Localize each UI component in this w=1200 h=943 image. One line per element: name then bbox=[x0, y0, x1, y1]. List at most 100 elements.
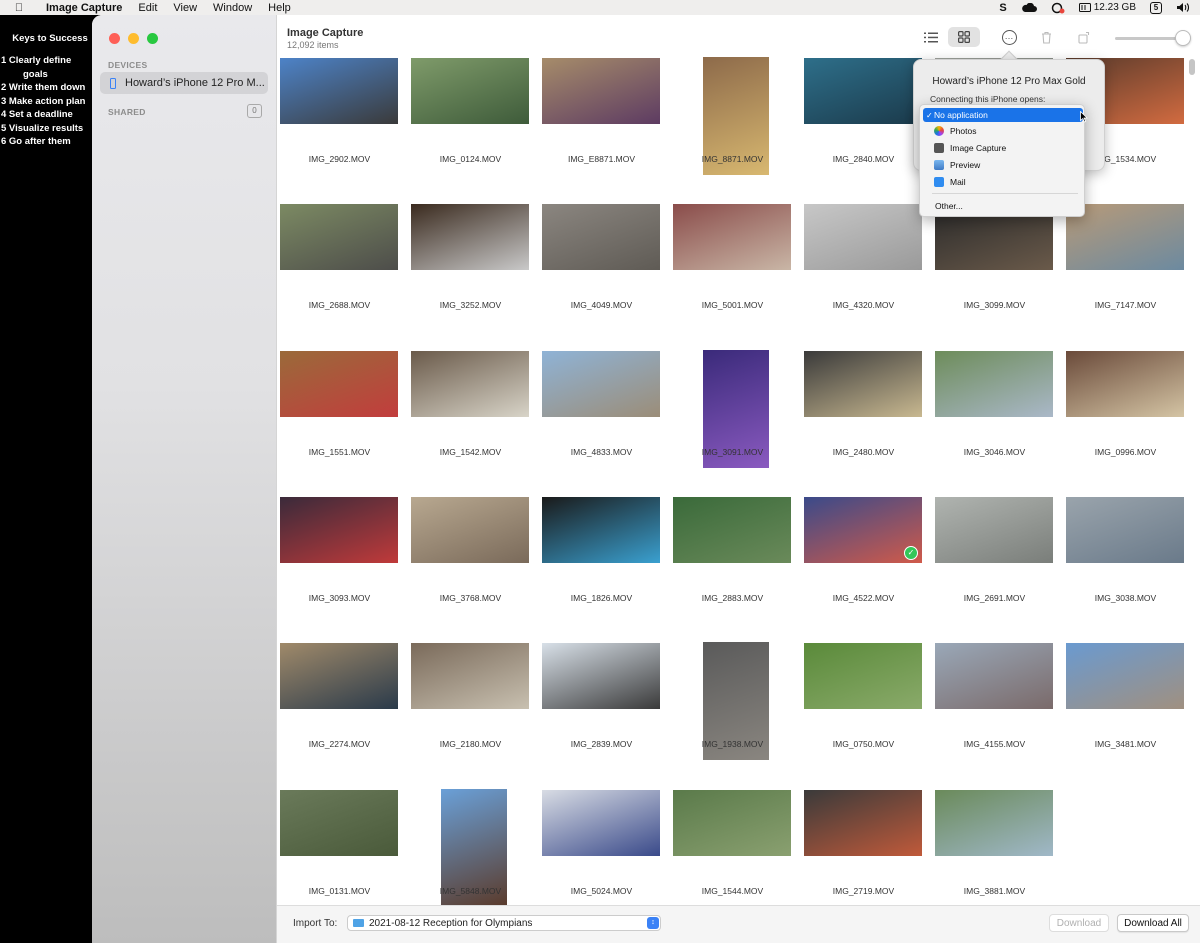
menu-view[interactable]: View bbox=[165, 2, 205, 14]
video-thumbnail[interactable] bbox=[411, 496, 529, 563]
media-item[interactable]: IMG_4049.MOV bbox=[541, 203, 671, 343]
slider-knob[interactable] bbox=[1175, 30, 1191, 46]
video-thumbnail[interactable] bbox=[542, 643, 660, 710]
import-folder-select[interactable]: 2021-08-12 Reception for Olympians ↕ bbox=[347, 915, 661, 931]
video-thumbnail[interactable] bbox=[411, 350, 529, 417]
media-item[interactable]: IMG_3768.MOV bbox=[410, 496, 540, 636]
video-thumbnail[interactable] bbox=[542, 350, 660, 417]
video-thumbnail[interactable] bbox=[1066, 496, 1184, 563]
media-item[interactable]: ✓ IMG_4522.MOV bbox=[803, 496, 933, 636]
video-thumbnail[interactable] bbox=[935, 496, 1053, 563]
video-thumbnail[interactable] bbox=[935, 643, 1053, 710]
video-thumbnail[interactable] bbox=[804, 58, 922, 124]
media-item[interactable]: IMG_1551.MOV bbox=[279, 350, 409, 490]
media-item[interactable]: IMG_3481.MOV bbox=[1065, 642, 1195, 782]
option-no-application[interactable]: ✓ No application bbox=[923, 108, 1083, 122]
more-options-button[interactable]: … bbox=[997, 27, 1021, 47]
video-thumbnail[interactable] bbox=[935, 350, 1053, 417]
media-item[interactable]: IMG_3091.MOV bbox=[672, 349, 802, 490]
option-other[interactable]: Other... bbox=[935, 201, 963, 211]
download-all-button[interactable]: Download All bbox=[1117, 914, 1189, 932]
option-mail[interactable]: Mail bbox=[923, 175, 1083, 189]
media-item[interactable]: IMG_1826.MOV bbox=[541, 496, 671, 636]
minimize-button[interactable] bbox=[128, 33, 139, 44]
menu-window[interactable]: Window bbox=[205, 2, 260, 14]
media-item[interactable]: IMG_8871.MOV bbox=[672, 57, 802, 197]
mail-icon bbox=[934, 177, 944, 187]
media-item[interactable]: IMG_5001.MOV bbox=[672, 203, 802, 343]
media-item[interactable]: IMG_3093.MOV bbox=[279, 496, 409, 636]
video-thumbnail[interactable] bbox=[280, 643, 398, 710]
video-thumbnail[interactable] bbox=[542, 496, 660, 563]
close-button[interactable] bbox=[109, 33, 120, 44]
media-item[interactable]: IMG_2839.MOV bbox=[541, 642, 671, 782]
delete-button[interactable] bbox=[1035, 27, 1057, 47]
zoom-button[interactable] bbox=[147, 33, 158, 44]
media-item[interactable]: IMG_4155.MOV bbox=[934, 642, 1064, 782]
s-menu-icon[interactable]: S bbox=[999, 2, 1006, 14]
scrollbar[interactable] bbox=[1189, 59, 1195, 75]
list-view-button[interactable] bbox=[920, 27, 942, 47]
media-item[interactable]: IMG_0996.MOV bbox=[1065, 350, 1195, 490]
storage-icon[interactable]: 12.23 GB bbox=[1078, 2, 1136, 13]
video-thumbnail[interactable] bbox=[673, 204, 791, 271]
video-thumbnail[interactable] bbox=[1066, 643, 1184, 710]
media-item[interactable]: IMG_2902.MOV bbox=[279, 57, 409, 197]
video-thumbnail[interactable] bbox=[673, 789, 791, 856]
media-item[interactable]: IMG_2480.MOV bbox=[803, 350, 933, 490]
media-item[interactable]: IMG_1938.MOV bbox=[672, 642, 802, 782]
video-thumbnail[interactable] bbox=[411, 58, 529, 124]
video-thumbnail[interactable] bbox=[804, 350, 922, 417]
file-name: IMG_1938.MOV bbox=[701, 739, 764, 750]
media-item[interactable]: IMG_3099.MOV bbox=[934, 203, 1064, 343]
video-thumbnail[interactable] bbox=[804, 204, 922, 271]
five-badge-icon[interactable]: 5 bbox=[1150, 1, 1162, 14]
media-item[interactable]: IMG_2883.MOV bbox=[672, 496, 802, 636]
media-item[interactable]: IMG_2180.MOV bbox=[410, 642, 540, 782]
media-item[interactable]: IMG_2274.MOV bbox=[279, 642, 409, 782]
media-item[interactable]: IMG_3046.MOV bbox=[934, 350, 1064, 490]
note-title: Keys to Success bbox=[12, 33, 88, 44]
media-item[interactable]: IMG_1542.MOV bbox=[410, 350, 540, 490]
video-thumbnail[interactable] bbox=[542, 58, 660, 124]
creative-cloud-icon[interactable] bbox=[1051, 2, 1065, 14]
volume-icon[interactable] bbox=[1176, 2, 1190, 13]
option-photos[interactable]: Photos bbox=[923, 124, 1083, 138]
media-item[interactable]: IMG_7147.MOV bbox=[1065, 203, 1195, 343]
video-thumbnail[interactable] bbox=[804, 789, 922, 856]
grid-view-button[interactable] bbox=[948, 27, 980, 47]
video-thumbnail[interactable] bbox=[280, 789, 398, 856]
rotate-button[interactable] bbox=[1073, 27, 1095, 47]
video-thumbnail[interactable] bbox=[1066, 350, 1184, 417]
video-thumbnail[interactable] bbox=[542, 204, 660, 271]
media-item[interactable]: IMG_0124.MOV bbox=[410, 57, 540, 197]
media-item[interactable]: IMG_2691.MOV bbox=[934, 496, 1064, 636]
file-name: IMG_3038.MOV bbox=[1094, 592, 1157, 603]
cloud-icon[interactable] bbox=[1021, 2, 1037, 13]
option-preview[interactable]: Preview bbox=[923, 158, 1083, 172]
video-thumbnail[interactable] bbox=[411, 643, 529, 710]
video-thumbnail[interactable] bbox=[411, 204, 529, 271]
media-item[interactable]: IMG_0750.MOV bbox=[803, 642, 933, 782]
menu-edit[interactable]: Edit bbox=[130, 2, 165, 14]
apple-icon[interactable]:  bbox=[0, 2, 38, 14]
media-item[interactable]: IMG_4833.MOV bbox=[541, 350, 671, 490]
media-item[interactable]: IMG_E8871.MOV bbox=[541, 57, 671, 197]
menu-help[interactable]: Help bbox=[260, 2, 299, 14]
video-thumbnail[interactable] bbox=[804, 643, 922, 710]
video-thumbnail[interactable] bbox=[673, 496, 791, 563]
menu-app-name[interactable]: Image Capture bbox=[38, 2, 130, 14]
sidebar-item-iphone[interactable]: Howard’s iPhone 12 Pro M... bbox=[100, 72, 268, 94]
download-button[interactable]: Download bbox=[1049, 914, 1109, 932]
option-image-capture[interactable]: Image Capture bbox=[923, 141, 1083, 155]
video-thumbnail[interactable] bbox=[935, 789, 1053, 856]
video-thumbnail[interactable] bbox=[280, 204, 398, 271]
media-item[interactable]: IMG_2688.MOV bbox=[279, 203, 409, 343]
video-thumbnail[interactable] bbox=[280, 58, 398, 124]
media-item[interactable]: IMG_3252.MOV bbox=[410, 203, 540, 343]
media-item[interactable]: IMG_4320.MOV bbox=[803, 203, 933, 343]
media-item[interactable]: IMG_3038.MOV bbox=[1065, 496, 1195, 636]
video-thumbnail[interactable] bbox=[280, 496, 398, 563]
video-thumbnail[interactable] bbox=[280, 350, 398, 417]
video-thumbnail[interactable] bbox=[542, 789, 660, 856]
